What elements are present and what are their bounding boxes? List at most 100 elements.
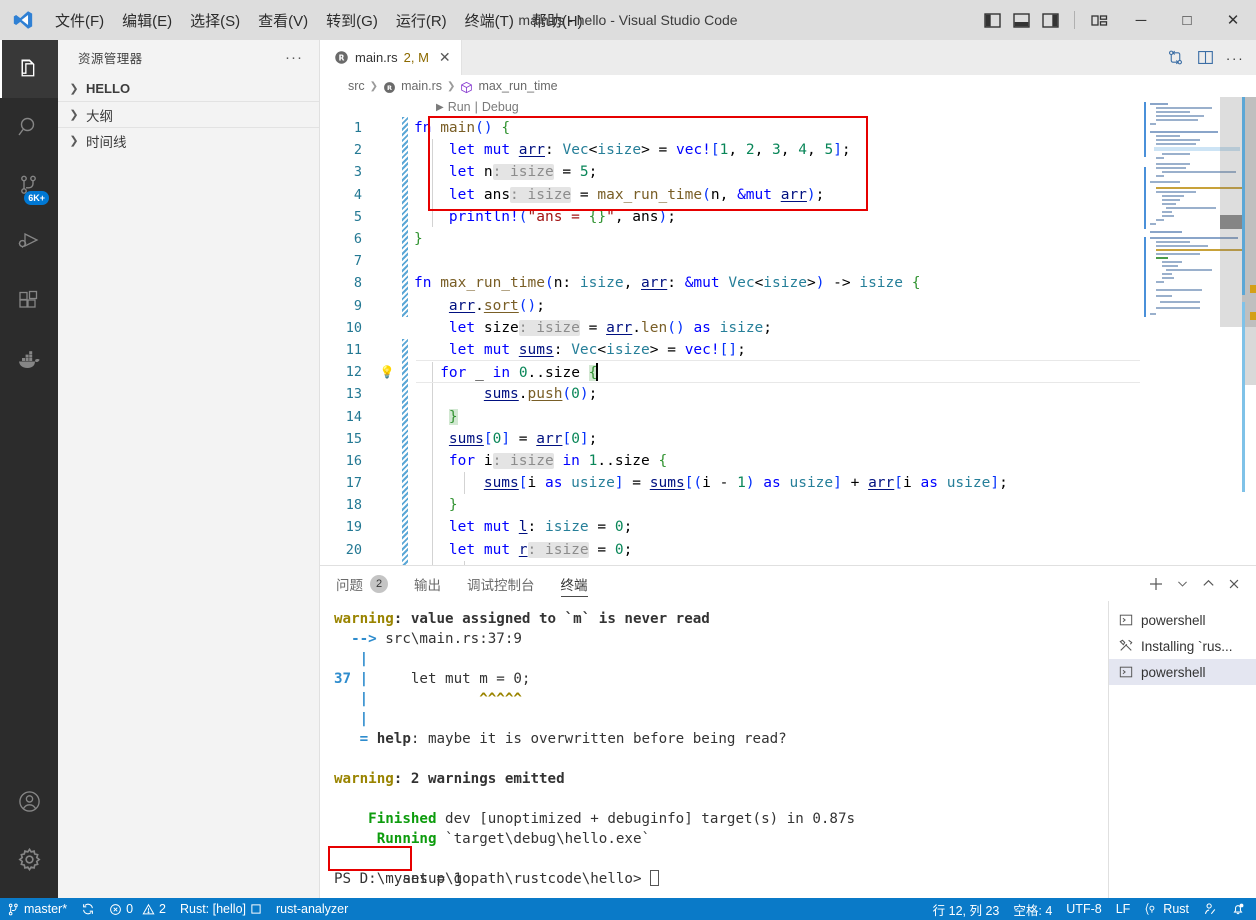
activitybar-item-explorer[interactable] bbox=[0, 40, 58, 98]
status-feedback[interactable] bbox=[1196, 898, 1224, 920]
explorer-sidebar: 资源管理器 ··· ❯ HELLO ❯ 大纲 ❯ 时间线 bbox=[58, 40, 320, 898]
breadcrumb-item-file[interactable]: main.rs bbox=[401, 79, 442, 93]
toggle-secondary-sidebar-icon[interactable] bbox=[1037, 5, 1063, 35]
toggle-panel-icon[interactable] bbox=[1008, 5, 1034, 35]
status-problems[interactable]: 0 2 bbox=[102, 898, 173, 920]
window-maximize-button[interactable]: □ bbox=[1164, 0, 1210, 40]
editor-tab-close-icon[interactable]: ✕ bbox=[435, 49, 451, 66]
status-rust-project[interactable]: Rust: [hello] bbox=[173, 898, 269, 920]
terminal-list-item[interactable]: powershell bbox=[1109, 659, 1256, 685]
line-number: 15 bbox=[345, 430, 362, 447]
editor-tab-main-rs[interactable]: R main.rs 2, M ✕ bbox=[320, 40, 462, 75]
maximize-panel-icon[interactable] bbox=[1196, 572, 1220, 596]
code-editor[interactable]: ▶ Run | Debug 1 fn main() { 2 let mut ar… bbox=[320, 97, 1256, 565]
terminal-line: = help: maybe it is overwritten before b… bbox=[359, 731, 787, 747]
terminal-list-label: powershell bbox=[1141, 664, 1206, 680]
panel-tab-label: 问题 bbox=[336, 577, 363, 593]
toolbar-divider bbox=[1074, 11, 1075, 29]
chevron-right-icon: ❯ bbox=[447, 80, 456, 92]
terminal-line: Running `target\debug\hello.exe` bbox=[334, 831, 651, 847]
editor-more-actions-icon[interactable]: ··· bbox=[1222, 45, 1248, 71]
square-icon bbox=[250, 903, 262, 915]
chevron-right-icon: ❯ bbox=[69, 82, 79, 95]
line-number: 6 bbox=[353, 231, 362, 248]
terminal-icon bbox=[1119, 665, 1133, 679]
terminal-list-item[interactable]: powershell bbox=[1109, 607, 1256, 633]
minimap[interactable] bbox=[1140, 97, 1242, 565]
panel-tab-output[interactable]: 输出 bbox=[414, 566, 441, 601]
menu-bar: 文件(F) 编辑(E) 选择(S) 查看(V) 转到(G) 运行(R) 终端(T… bbox=[46, 6, 592, 35]
panel-tab-problems[interactable]: 问题 2 bbox=[336, 566, 388, 601]
activitybar-item-run-and-debug[interactable] bbox=[0, 214, 58, 272]
status-branch-label: master* bbox=[24, 902, 68, 916]
menu-go[interactable]: 转到(G) bbox=[317, 6, 387, 35]
terminal-list-item[interactable]: Installing `rus... bbox=[1109, 633, 1256, 659]
activitybar-item-search[interactable] bbox=[0, 98, 58, 156]
activitybar-item-docker[interactable] bbox=[0, 330, 58, 388]
code-text: } bbox=[448, 408, 458, 425]
code-line: 15 sums[0] = arr[0]; bbox=[320, 428, 1256, 450]
status-indentation[interactable]: 空格: 4 bbox=[1006, 898, 1059, 920]
menu-run[interactable]: 运行(R) bbox=[387, 6, 456, 35]
lightbulb-icon[interactable]: 💡 bbox=[376, 365, 398, 379]
menu-file[interactable]: 文件(F) bbox=[46, 6, 113, 35]
status-sync[interactable] bbox=[74, 898, 102, 920]
panel-tab-terminal[interactable]: 终端 bbox=[560, 566, 588, 601]
codelens-run-debug: ▶ Run | Debug bbox=[320, 97, 1256, 117]
sidebar-section-hello[interactable]: ❯ HELLO bbox=[58, 75, 319, 101]
activitybar-item-source-control[interactable]: 6K+ bbox=[0, 156, 58, 214]
svg-text:R: R bbox=[339, 53, 345, 62]
status-eol[interactable]: LF bbox=[1109, 898, 1138, 920]
terminal-list-label: powershell bbox=[1141, 612, 1206, 628]
code-text: for _ in 0..size { bbox=[440, 363, 599, 382]
terminal-line: 37 | let mut m = 0; bbox=[334, 671, 531, 687]
customize-layout-icon[interactable] bbox=[1086, 5, 1112, 35]
activitybar-item-accounts[interactable] bbox=[0, 772, 58, 830]
new-terminal-icon[interactable] bbox=[1144, 572, 1168, 596]
terminal-line: | bbox=[359, 711, 369, 727]
code-text: let mut arr: Vec<isize> = vec![1, 2, 3, … bbox=[448, 142, 851, 159]
terminal-list-label: Installing `rus... bbox=[1141, 638, 1233, 654]
terminal-output[interactable]: warning: value assigned to `m` is never … bbox=[320, 601, 1108, 899]
status-branch[interactable]: master* bbox=[0, 898, 74, 920]
panel-tab-label: 终端 bbox=[560, 577, 588, 593]
close-panel-icon[interactable] bbox=[1222, 572, 1246, 596]
window-close-button[interactable]: ✕ bbox=[1210, 0, 1256, 40]
split-editor-icon[interactable] bbox=[1192, 45, 1218, 71]
window-minimize-button[interactable]: ─ bbox=[1118, 0, 1164, 40]
status-encoding[interactable]: UTF-8 bbox=[1059, 898, 1108, 920]
vscode-logo-icon bbox=[0, 0, 46, 40]
sidebar-section-outline[interactable]: ❯ 大纲 bbox=[58, 101, 319, 127]
sidebar-section-timeline[interactable]: ❯ 时间线 bbox=[58, 127, 319, 153]
status-language-mode[interactable]: Rust bbox=[1137, 898, 1196, 920]
toggle-primary-sidebar-icon[interactable] bbox=[979, 5, 1005, 35]
code-lines: 1 fn main() { 2 let mut arr: Vec<isize> … bbox=[320, 117, 1256, 561]
editor-scrollbar[interactable] bbox=[1242, 97, 1256, 565]
breadcrumb-item-src[interactable]: src bbox=[348, 79, 365, 93]
menu-selection[interactable]: 选择(S) bbox=[181, 6, 249, 35]
status-rust-analyzer[interactable]: rust-analyzer bbox=[269, 898, 355, 920]
panel-tab-debug-console[interactable]: 调试控制台 bbox=[467, 566, 535, 601]
menu-edit[interactable]: 编辑(E) bbox=[113, 6, 181, 35]
menu-terminal[interactable]: 终端(T) bbox=[456, 6, 523, 35]
open-changes-icon[interactable] bbox=[1162, 45, 1188, 71]
activitybar-item-settings[interactable] bbox=[0, 830, 58, 888]
menu-help[interactable]: 帮助(H) bbox=[523, 6, 592, 35]
chevron-down-icon[interactable] bbox=[1170, 572, 1194, 596]
activitybar-item-extensions[interactable] bbox=[0, 272, 58, 330]
codelens-run-link[interactable]: Run bbox=[448, 100, 471, 114]
menu-view[interactable]: 查看(V) bbox=[249, 6, 317, 35]
code-line: 3 let n: isize = 5; bbox=[320, 161, 1256, 183]
status-cursor-position[interactable]: 行 12, 列 23 bbox=[926, 898, 1007, 920]
status-notifications[interactable] bbox=[1224, 898, 1252, 920]
sidebar-section-label: HELLO bbox=[86, 80, 131, 96]
rust-file-icon: R bbox=[383, 81, 396, 93]
sidebar-more-actions-icon[interactable]: ··· bbox=[285, 49, 303, 66]
line-number: 10 bbox=[345, 319, 362, 336]
status-language-label: Rust bbox=[1163, 902, 1189, 916]
breadcrumb-item-symbol[interactable]: max_run_time bbox=[478, 79, 557, 93]
codelens-debug-link[interactable]: Debug bbox=[482, 100, 519, 114]
code-text: let mut l: isize = 0; bbox=[448, 519, 633, 536]
code-text: let n: isize = 5; bbox=[448, 164, 598, 181]
line-number: 7 bbox=[353, 253, 362, 270]
